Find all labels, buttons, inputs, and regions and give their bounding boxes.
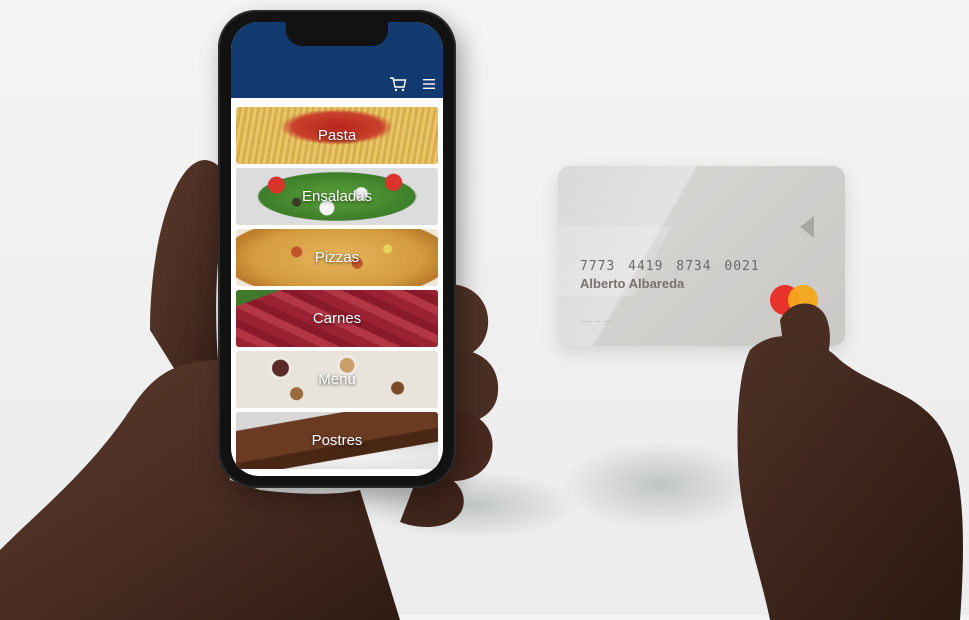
- category-menu[interactable]: Menú: [236, 351, 438, 408]
- card-expiry: ---- -- ---: [580, 319, 613, 325]
- smartphone: Pasta Ensaladas Pizzas Carnes Menú Postr…: [218, 10, 456, 488]
- category-ensaladas[interactable]: Ensaladas: [236, 168, 438, 225]
- scene: Pasta Ensaladas Pizzas Carnes Menú Postr…: [0, 0, 969, 620]
- category-pizzas[interactable]: Pizzas: [236, 229, 438, 286]
- category-postres[interactable]: Postres: [236, 412, 438, 469]
- category-label: Pasta: [317, 127, 357, 144]
- category-label: Carnes: [312, 310, 362, 327]
- phone-screen: Pasta Ensaladas Pizzas Carnes Menú Postr…: [231, 22, 443, 476]
- card-holder-name: Alberto Albareda: [580, 276, 685, 291]
- category-label: Ensaladas: [301, 188, 373, 205]
- card-arrow-icon: [800, 216, 814, 238]
- cart-icon[interactable]: [389, 76, 407, 92]
- category-carnes[interactable]: Carnes: [236, 290, 438, 347]
- category-label: Menú: [318, 371, 356, 388]
- phone-notch: [286, 22, 388, 46]
- right-hand: [737, 303, 963, 620]
- card-number: 7773 4419 8734 0021: [580, 259, 760, 274]
- category-label: Pizzas: [314, 249, 360, 266]
- category-list: Pasta Ensaladas Pizzas Carnes Menú Postr…: [236, 107, 438, 473]
- hamburger-menu-icon[interactable]: [423, 78, 435, 90]
- category-label: Postres: [311, 432, 363, 449]
- category-pasta[interactable]: Pasta: [236, 107, 438, 164]
